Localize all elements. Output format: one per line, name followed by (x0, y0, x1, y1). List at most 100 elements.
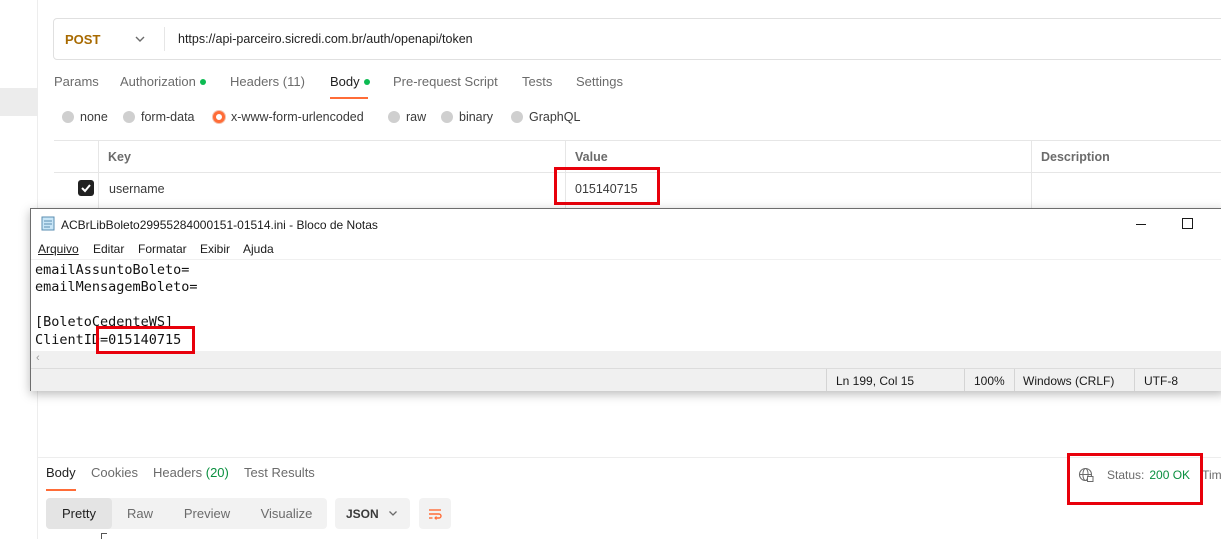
notepad-text-area[interactable]: emailAssuntoBoleto= emailMensagemBoleto=… (31, 259, 1221, 351)
menu-exibir[interactable]: Exibir (200, 242, 230, 256)
radio-label: form-data (141, 110, 195, 124)
radio-circle (388, 111, 400, 123)
format-select[interactable]: JSON (335, 498, 410, 529)
header-key: Key (108, 150, 131, 164)
row-enabled-checkbox[interactable] (78, 180, 94, 196)
status-separator (826, 369, 827, 391)
response-tab-body[interactable]: Body (46, 465, 76, 480)
chevron-down-icon (135, 36, 145, 42)
response-divider (38, 457, 1221, 458)
tab-label: Settings (576, 74, 623, 89)
radio-label: binary (459, 110, 494, 124)
menu-formatar[interactable]: Formatar (138, 242, 187, 256)
view-pretty[interactable]: Pretty (46, 498, 112, 529)
tab-label: Tests (522, 74, 553, 89)
view-raw[interactable]: Raw (112, 498, 168, 529)
radio-x-www-form-urlencoded[interactable]: x-www-form-urlencoded (213, 110, 364, 124)
tab-label: Headers (11) (230, 74, 305, 89)
param-key-field[interactable]: username (109, 182, 165, 196)
status-zoom: 100% (974, 374, 1005, 388)
radio-raw[interactable]: raw (388, 110, 426, 124)
notepad-titlebar[interactable]: ACBrLibBoleto29955284000151-01514.ini - … (31, 209, 1221, 239)
radio-circle (123, 111, 135, 123)
wrap-lines-icon (429, 509, 442, 520)
header-description: Description (1041, 150, 1110, 164)
response-tab-test-results[interactable]: Test Results (244, 465, 315, 480)
checkbox-checked-icon (81, 184, 91, 193)
view-preview[interactable]: Preview (168, 498, 246, 529)
left-rail-selected-item[interactable] (0, 88, 38, 116)
tab-params[interactable]: Params (54, 74, 99, 89)
tab-authorization[interactable]: Authorization (120, 74, 206, 89)
menu-label: Editar (93, 242, 125, 256)
tab-tests[interactable]: Tests (522, 74, 552, 89)
radio-form-data[interactable]: form-data (123, 110, 195, 124)
highlight-box-status (1067, 453, 1203, 505)
status-separator (1134, 369, 1135, 391)
response-tabs: Body Cookies Headers (20) Test Results (46, 465, 1046, 493)
tab-label: Params (54, 74, 99, 89)
url-bar: POST https://api-parceiro.sicredi.com.br… (53, 18, 1221, 60)
cursor-indicator (101, 533, 107, 539)
column-divider (98, 141, 99, 211)
notepad-menubar: Arquivo Editar Formatar Exibir Ajuda (31, 239, 1221, 259)
menu-label: Exibir (200, 242, 231, 256)
time-label[interactable]: Time (1202, 468, 1221, 482)
highlight-box-clientid (96, 326, 195, 354)
format-label: JSON (346, 506, 379, 521)
minimize-icon[interactable] (1136, 224, 1146, 225)
radio-label: raw (406, 110, 427, 124)
view-mode-segment: Pretty Raw Preview Visualize (46, 498, 327, 529)
radio-circle (62, 111, 74, 123)
tab-pre-request-script[interactable]: Pre-request Script (393, 74, 498, 89)
active-tab-underline (330, 97, 368, 99)
radio-binary[interactable]: binary (441, 110, 493, 124)
url-input[interactable]: https://api-parceiro.sicredi.com.br/auth… (178, 32, 473, 46)
text-line: emailAssuntoBoleto= (35, 262, 190, 278)
tab-label: Cookies (91, 465, 138, 480)
menu-ajuda[interactable]: Ajuda (243, 242, 274, 256)
status-position: Ln 199, Col 15 (836, 374, 915, 388)
radio-label: none (80, 110, 108, 124)
menu-editar[interactable]: Editar (93, 242, 124, 256)
tab-settings[interactable]: Settings (576, 74, 623, 89)
tab-label: Pre-request Script (393, 74, 498, 89)
modified-dot (363, 78, 370, 85)
header-value: Value (575, 150, 608, 164)
tab-label: Body (330, 74, 360, 89)
radio-circle (511, 111, 523, 123)
headers-count: (20) (205, 465, 229, 480)
tab-body[interactable]: Body (330, 74, 370, 89)
radio-graphql[interactable]: GraphQL (511, 110, 580, 124)
text-line: emailMensagemBoleto= (35, 279, 198, 295)
view-visualize[interactable]: Visualize (246, 498, 327, 529)
notepad-icon (41, 216, 55, 231)
method-label: POST (65, 31, 101, 47)
response-active-tab-underline (46, 489, 76, 491)
status-line-ending: Windows (CRLF) (1023, 374, 1115, 388)
tab-label: Test Results (244, 465, 315, 480)
tab-headers[interactable]: Headers (11) (230, 74, 305, 89)
notepad-title: ACBrLibBoleto29955284000151-01514.ini - … (61, 218, 378, 232)
menu-label: Ajuda (243, 242, 274, 256)
chevron-down-icon (389, 511, 397, 516)
radio-label: x-www-form-urlencoded (231, 110, 364, 124)
tab-label: Body (46, 465, 76, 480)
column-divider (1031, 141, 1032, 211)
tab-label: Authorization (120, 74, 196, 89)
highlight-box-value (554, 167, 660, 205)
response-tab-cookies[interactable]: Cookies (91, 465, 138, 480)
menu-arquivo[interactable]: Arquivo (38, 242, 79, 256)
wrap-lines-button[interactable] (419, 498, 451, 529)
method-selector[interactable]: POST (54, 19, 164, 59)
tab-label: Headers (153, 465, 206, 480)
modified-dot (199, 78, 206, 85)
scroll-left-icon[interactable]: ‹ (36, 352, 40, 364)
maximize-icon[interactable] (1182, 218, 1193, 229)
menu-label: Formatar (138, 242, 187, 256)
notepad-window: ACBrLibBoleto29955284000151-01514.ini - … (30, 208, 1221, 391)
horizontal-scrollbar[interactable]: ‹ (31, 351, 1221, 368)
response-tab-headers[interactable]: Headers (20) (153, 465, 229, 480)
radio-label: GraphQL (529, 110, 581, 124)
radio-none[interactable]: none (62, 110, 108, 124)
